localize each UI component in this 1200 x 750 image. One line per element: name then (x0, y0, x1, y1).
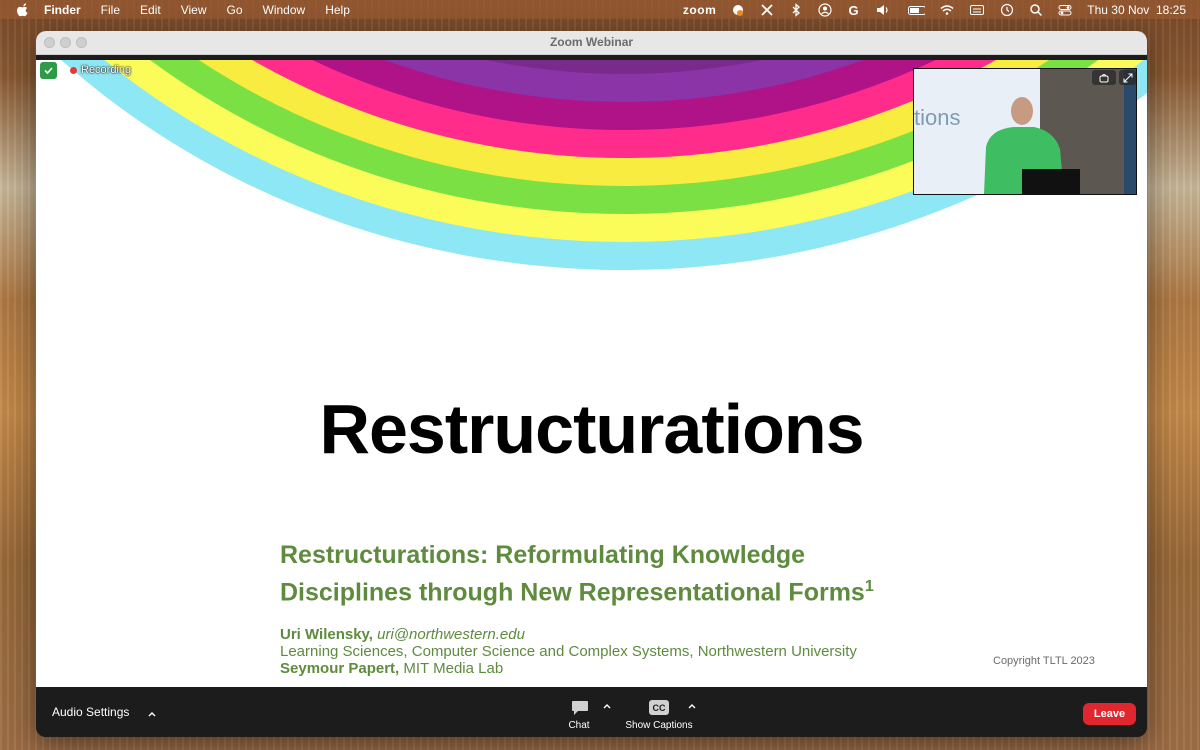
video-view-button[interactable] (1092, 70, 1116, 85)
zoom-window: Zoom Webinar Restructurations Restructur… (36, 31, 1147, 737)
author-line-1: Uri Wilensky, uri@northwestern.edu (280, 626, 525, 643)
author1-affiliation: Learning Sciences, Computer Science and … (280, 643, 857, 660)
slide-copyright: Copyright TLTL 2023 (993, 655, 1095, 667)
recording-dot-icon (70, 66, 77, 74)
menubar-clock[interactable]: Thu 30 Nov 18:25 (1087, 3, 1186, 17)
chat-icon[interactable] (571, 700, 589, 716)
meeting-toolbar: Audio Settings Chat CC Show Captions Lea… (36, 687, 1147, 737)
bluetooth-icon[interactable] (789, 2, 803, 17)
speaker-figure (984, 97, 1080, 194)
chat-options-caret-icon[interactable] (602, 701, 612, 711)
menu-view[interactable]: View (181, 3, 207, 17)
recording-label: Recording (81, 64, 132, 76)
slide-subtitle-footnote: 1 (864, 578, 874, 595)
author2-name: Seymour Papert, (280, 660, 400, 677)
author-line-2: Seymour Papert, MIT Media Lab (280, 660, 503, 677)
menu-finder[interactable]: Finder (44, 3, 81, 17)
author1-email: uri@northwestern.edu (377, 626, 525, 643)
maximize-window-button[interactable] (76, 37, 87, 48)
window-titlebar: Zoom Webinar (36, 31, 1147, 55)
search-icon[interactable] (1029, 3, 1043, 17)
speaker-video[interactable]: tions (913, 68, 1137, 195)
recording-indicator: Recording (40, 61, 132, 79)
menu-help[interactable]: Help (325, 3, 350, 17)
menu-go[interactable]: Go (227, 3, 243, 17)
show-captions-button[interactable]: Show Captions (619, 720, 699, 731)
time-machine-icon[interactable] (1000, 3, 1014, 17)
menu-window[interactable]: Window (263, 3, 306, 17)
app-status-icon[interactable] (731, 3, 745, 17)
battery-icon[interactable] (905, 3, 926, 17)
keyboard-icon[interactable] (969, 3, 985, 17)
control-center-icon[interactable] (1058, 3, 1072, 17)
audio-settings-button[interactable]: Audio Settings (52, 705, 129, 719)
expand-icon[interactable] (1119, 70, 1136, 85)
leave-button[interactable]: Leave (1083, 703, 1136, 725)
menu-edit[interactable]: Edit (140, 3, 161, 17)
menu-bar: Finder File Edit View Go Window Help zoo… (0, 0, 1200, 19)
grammarly-icon[interactable]: G (847, 3, 861, 17)
wifi-icon[interactable] (940, 3, 954, 17)
user-icon[interactable] (818, 2, 832, 17)
captions-cc-icon[interactable]: CC (649, 700, 669, 715)
window-title: Zoom Webinar (549, 35, 634, 49)
volume-icon[interactable] (876, 3, 890, 17)
minimize-window-button[interactable] (60, 37, 71, 48)
slide-subtitle-line2: Disciplines through New Representational… (280, 578, 865, 607)
tools-icon[interactable] (760, 3, 774, 17)
slide-subtitle-line2-wrap: Disciplines through New Representational… (280, 571, 874, 608)
slide-title: Restructurations (319, 390, 864, 468)
apple-icon[interactable] (16, 2, 30, 17)
close-window-button[interactable] (44, 37, 55, 48)
slide-subtitle-line1: Restructurations: Reformulating Knowledg… (280, 541, 806, 569)
menu-file[interactable]: File (101, 3, 120, 17)
chat-button[interactable]: Chat (539, 720, 619, 731)
author2-affiliation: MIT Media Lab (399, 660, 504, 677)
svg-text:G: G (849, 3, 859, 17)
security-shield-icon[interactable] (40, 61, 57, 79)
audio-options-caret-icon[interactable] (147, 709, 157, 719)
author1-name: Uri Wilensky, (280, 626, 373, 643)
zoom-status-icon[interactable]: zoom (683, 3, 716, 17)
slide-subtitle: Restructurations: Reformulating Knowledg… (280, 540, 874, 608)
captions-options-caret-icon[interactable] (687, 701, 697, 711)
